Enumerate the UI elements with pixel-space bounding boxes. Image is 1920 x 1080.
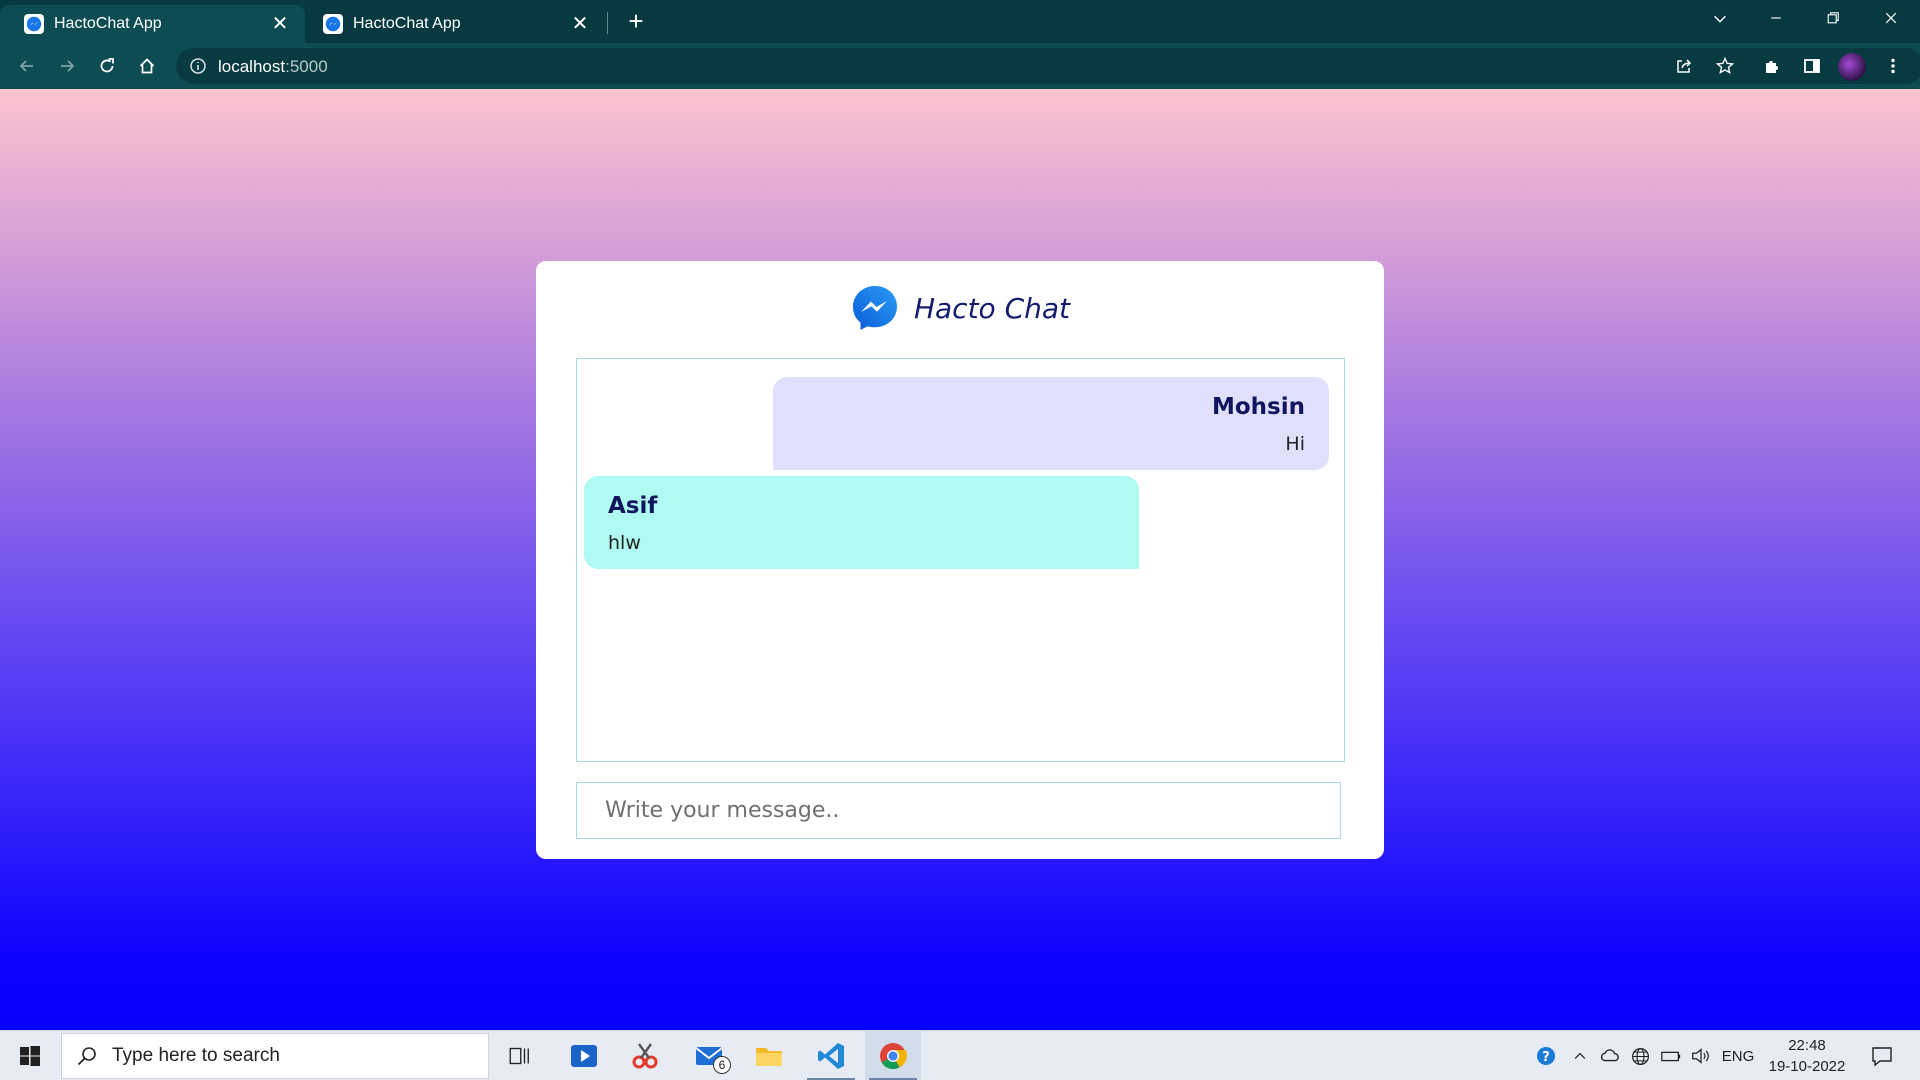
reload-icon[interactable] bbox=[93, 52, 121, 80]
chrome-icon[interactable] bbox=[865, 1031, 921, 1080]
side-panel-icon[interactable] bbox=[1798, 52, 1826, 80]
onedrive-cloud-icon[interactable] bbox=[1597, 1031, 1623, 1080]
tab-title: HactoChat App bbox=[353, 15, 461, 32]
restore-icon[interactable] bbox=[1813, 4, 1853, 35]
share-icon[interactable] bbox=[1670, 52, 1698, 80]
task-view-icon[interactable] bbox=[492, 1031, 548, 1080]
back-arrow-icon[interactable] bbox=[13, 52, 41, 80]
clock-date: 19-10-2022 bbox=[1768, 1058, 1846, 1075]
volume-speaker-icon[interactable] bbox=[1688, 1031, 1714, 1080]
message-input[interactable] bbox=[576, 782, 1341, 839]
tab-divider bbox=[607, 12, 608, 34]
tab-search-chevron-down-icon[interactable] bbox=[1700, 4, 1740, 37]
taskbar-search-box[interactable]: Type here to search bbox=[61, 1033, 489, 1079]
battery-icon[interactable] bbox=[1658, 1031, 1684, 1080]
network-globe-icon[interactable] bbox=[1627, 1031, 1653, 1080]
messenger-favicon-icon bbox=[24, 14, 44, 34]
minimize-icon[interactable] bbox=[1756, 4, 1796, 35]
url-port: :5000 bbox=[285, 57, 328, 76]
mail-icon[interactable]: 6 bbox=[681, 1031, 737, 1080]
search-icon bbox=[77, 1047, 96, 1066]
message-list: Mohsin Hi Asif hlw bbox=[576, 358, 1345, 762]
search-placeholder: Type here to search bbox=[112, 1045, 280, 1066]
message-text: hlw bbox=[608, 532, 641, 554]
profile-avatar[interactable] bbox=[1838, 53, 1866, 81]
app-title: Hacto Chat bbox=[913, 291, 1071, 325]
messenger-favicon-icon bbox=[323, 14, 343, 34]
menu-kebab-icon[interactable] bbox=[1879, 52, 1907, 80]
url-host: localhost bbox=[218, 57, 286, 76]
extensions-puzzle-icon[interactable] bbox=[1758, 52, 1786, 80]
page-background: Hacto Chat Mohsin Hi Asif hlw bbox=[0, 89, 1920, 1030]
browser-tab-2[interactable]: HactoChat App ✕ bbox=[299, 5, 605, 43]
message-sender: Mohsin bbox=[1211, 394, 1305, 420]
chat-card: Hacto Chat Mohsin Hi Asif hlw bbox=[536, 261, 1384, 859]
browser-toolbar: localhost:5000 bbox=[0, 43, 1920, 89]
forward-arrow-icon[interactable] bbox=[53, 52, 81, 80]
message-bubble-incoming: Asif hlw bbox=[584, 476, 1139, 569]
address-bar[interactable]: localhost:5000 bbox=[176, 48, 1920, 84]
windows-taskbar: Type here to search 6 ? ENG 22:48 19-10-… bbox=[0, 1030, 1920, 1080]
file-explorer-folder-icon[interactable] bbox=[741, 1031, 797, 1080]
show-hidden-chevron-up-icon[interactable] bbox=[1568, 1031, 1592, 1080]
vscode-icon[interactable] bbox=[803, 1031, 859, 1080]
notification-center-icon[interactable] bbox=[1864, 1031, 1900, 1080]
tab-title: HactoChat App bbox=[54, 15, 162, 32]
svg-text:?: ? bbox=[1542, 1050, 1550, 1065]
url-text[interactable]: localhost:5000 bbox=[218, 57, 328, 77]
help-icon[interactable]: ? bbox=[1532, 1031, 1562, 1080]
message-bubble-outgoing: Mohsin Hi bbox=[773, 377, 1329, 470]
browser-tab-1[interactable]: HactoChat App ✕ bbox=[0, 5, 305, 43]
tab-close-icon[interactable]: ✕ bbox=[269, 14, 291, 34]
home-icon[interactable] bbox=[133, 52, 161, 80]
tab-close-icon[interactable]: ✕ bbox=[569, 14, 591, 34]
bookmark-star-icon[interactable] bbox=[1711, 52, 1739, 80]
mail-badge: 6 bbox=[713, 1056, 731, 1074]
browser-tab-bar: HactoChat App ✕ HactoChat App ✕ + bbox=[0, 0, 1920, 43]
windows-start-icon[interactable] bbox=[0, 1031, 60, 1080]
messenger-logo-icon bbox=[852, 286, 897, 330]
clock-time: 22:48 bbox=[1788, 1037, 1826, 1054]
new-tab-button[interactable]: + bbox=[622, 8, 650, 34]
site-info-icon[interactable] bbox=[188, 56, 208, 76]
snipping-tool-icon[interactable] bbox=[617, 1031, 673, 1080]
chat-header: Hacto Chat bbox=[536, 283, 1384, 333]
close-window-icon[interactable] bbox=[1871, 4, 1911, 35]
message-sender: Asif bbox=[608, 493, 658, 519]
input-language[interactable]: ENG bbox=[1720, 1031, 1756, 1080]
message-text: Hi bbox=[1285, 433, 1305, 455]
taskbar-clock[interactable]: 22:48 19-10-2022 bbox=[1762, 1035, 1852, 1077]
media-player-icon[interactable] bbox=[556, 1031, 612, 1080]
